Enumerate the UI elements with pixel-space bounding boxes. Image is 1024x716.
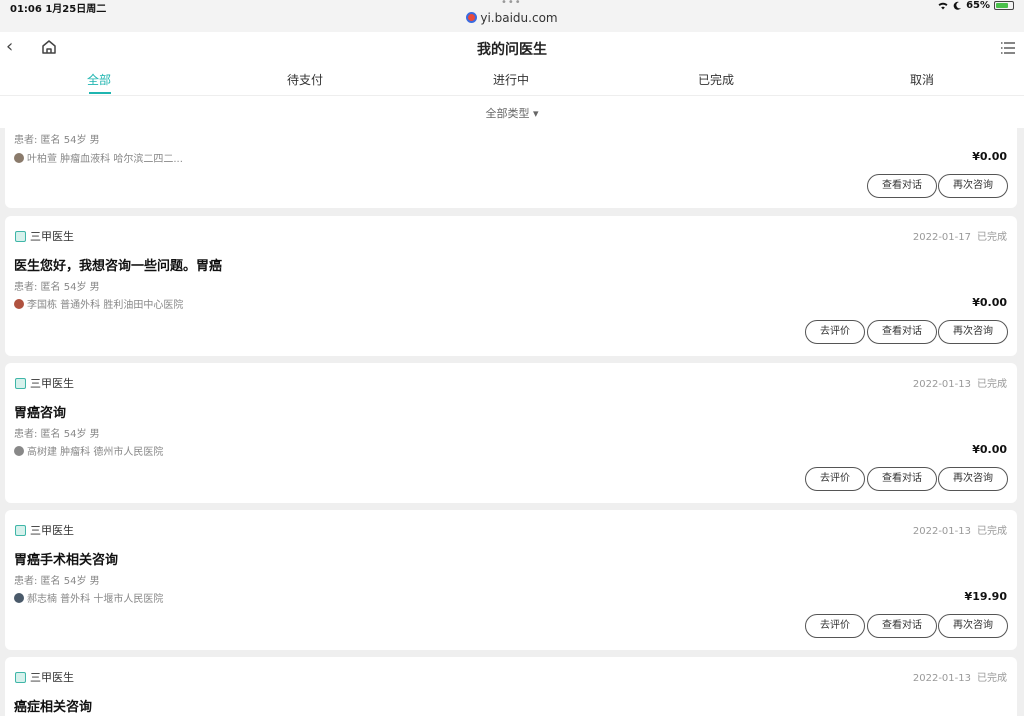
consultation-card[interactable]: 三甲医生 2022-01-17 已完成 医生您好，我想咨询一些问题。胃癌 患者: … (5, 216, 1017, 356)
consult-date: 2022-01-13 (912, 673, 971, 684)
price: ¥0.00 (972, 150, 1007, 163)
status-badge: 已完成 (977, 673, 1007, 684)
consult-again-button[interactable]: 再次咨询 (938, 174, 1008, 198)
consultation-card[interactable]: 三甲医生 2022-01-13 已完成 胃癌咨询 患者: 匿名 54岁 男 高树建… (5, 363, 1017, 503)
hospital-badge-icon (15, 524, 26, 536)
consultation-card[interactable]: 三甲医生 2022-01-13 已完成 胃癌手术相关咨询 患者: 匿名 54岁 男… (5, 510, 1017, 650)
page-title: 我的问医生 (477, 42, 547, 58)
battery-icon (994, 1, 1014, 10)
doctor-info: 高树建 肿瘤科 德州市人民医院 (14, 443, 163, 458)
patient-info: 患者: 匿名 54岁 男 (14, 135, 100, 146)
type-filter-dropdown[interactable]: 全部类型 ▾ (485, 107, 538, 120)
type-filter: 全部类型 ▾ (0, 96, 1024, 128)
doctor-tier-tag: 三甲医生 (15, 669, 74, 685)
view-chat-button[interactable]: 查看对话 (867, 614, 937, 638)
view-chat-button[interactable]: 查看对话 (867, 174, 937, 198)
consultation-title: 胃癌咨询 (14, 406, 67, 421)
consult-again-button[interactable]: 再次咨询 (938, 467, 1008, 491)
view-chat-button[interactable]: 查看对话 (867, 320, 937, 344)
consult-date: 2022-01-17 (912, 232, 971, 243)
doctor-tier-tag: 三甲医生 (15, 228, 74, 244)
status-icons: 65% (937, 0, 1014, 11)
menu-icon[interactable] (1000, 40, 1016, 56)
card-meta: 2022-01-13 已完成 (913, 522, 1007, 537)
doctor-text: 叶柏萱 肿瘤血液科 哈尔滨二四二... (27, 154, 183, 165)
wifi-icon (938, 2, 948, 10)
doctor-avatar (14, 445, 24, 456)
tab-in-progress[interactable]: 进行中 (493, 71, 529, 88)
doctor-text: 郝志楠 普外科 十堰市人民医院 (27, 594, 164, 605)
rate-button[interactable]: 去评价 (805, 320, 865, 344)
tab-completed[interactable]: 已完成 (698, 71, 734, 88)
doctor-text: 李国栋 普通外科 胜利油田中心医院 (27, 300, 184, 311)
moon-icon (953, 1, 962, 10)
patient-info: 患者: 匿名 54岁 男 (14, 429, 100, 440)
tab-pending-payment[interactable]: 待支付 (287, 71, 323, 88)
view-chat-button[interactable]: 查看对话 (867, 467, 937, 491)
address-bar[interactable]: yi.baidu.com (0, 11, 1024, 25)
consultation-card[interactable]: 三甲医生 2022-01-13 已完成 癌症相关咨询 (5, 657, 1017, 716)
tag-label: 三甲医生 (30, 524, 74, 537)
consult-date: 2022-01-13 (912, 526, 971, 537)
status-badge: 已完成 (977, 526, 1007, 537)
tab-dots-icon[interactable]: ••• (501, 0, 522, 8)
card-meta: 2022-01-13 已完成 (913, 375, 1007, 390)
tab-bar: 全部 待支付 进行中 已完成 取消 (0, 64, 1024, 96)
hospital-badge-icon (15, 671, 26, 683)
doctor-avatar (14, 298, 24, 309)
price: ¥19.90 (964, 590, 1007, 603)
consultation-card[interactable]: 患者: 匿名 54岁 男 叶柏萱 肿瘤血液科 哈尔滨二四二... ¥0.00 查… (5, 128, 1017, 208)
doctor-avatar (14, 152, 24, 163)
rate-button[interactable]: 去评价 (805, 467, 865, 491)
patient-info: 患者: 匿名 54岁 男 (14, 282, 100, 293)
doctor-info: 李国栋 普通外科 胜利油田中心医院 (14, 296, 183, 311)
card-meta: 2022-01-17 已完成 (913, 228, 1007, 243)
hospital-badge-icon (15, 377, 26, 389)
site-favicon-icon (466, 12, 478, 23)
hospital-badge-icon (15, 230, 26, 242)
status-bar: 01:06 1月25日周二 ••• yi.baidu.com 65% (0, 0, 1024, 32)
price: ¥0.00 (972, 443, 1007, 456)
doctor-tier-tag: 三甲医生 (15, 522, 74, 538)
tab-all[interactable]: 全部 (87, 71, 111, 88)
tag-label: 三甲医生 (30, 230, 74, 243)
consult-again-button[interactable]: 再次咨询 (938, 614, 1008, 638)
doctor-text: 高树建 肿瘤科 德州市人民医院 (27, 447, 164, 458)
tag-label: 三甲医生 (30, 671, 74, 684)
tab-cancelled[interactable]: 取消 (910, 71, 934, 88)
tag-label: 三甲医生 (30, 377, 74, 390)
doctor-info: 郝志楠 普外科 十堰市人民医院 (14, 590, 163, 605)
consultation-title: 医生您好，我想咨询一些问题。胃癌 (14, 259, 223, 274)
consultation-title: 癌症相关咨询 (14, 700, 93, 715)
rate-button[interactable]: 去评价 (805, 614, 865, 638)
nav-bar: ‹ 我的问医生 (0, 32, 1024, 64)
card-meta: 2022-01-13 已完成 (913, 669, 1007, 684)
consult-date: 2022-01-13 (912, 379, 971, 390)
active-tab-indicator (89, 92, 111, 94)
doctor-avatar (14, 592, 24, 603)
battery-percent: 65% (966, 0, 990, 11)
url-text: yi.baidu.com (480, 11, 558, 25)
consult-again-button[interactable]: 再次咨询 (938, 320, 1008, 344)
status-badge: 已完成 (977, 232, 1007, 243)
doctor-info: 叶柏萱 肿瘤血液科 哈尔滨二四二... (14, 150, 183, 165)
status-badge: 已完成 (977, 379, 1007, 390)
price: ¥0.00 (972, 296, 1007, 309)
consultation-title: 胃癌手术相关咨询 (14, 553, 119, 568)
patient-info: 患者: 匿名 54岁 男 (14, 576, 100, 587)
doctor-tier-tag: 三甲医生 (15, 375, 74, 391)
